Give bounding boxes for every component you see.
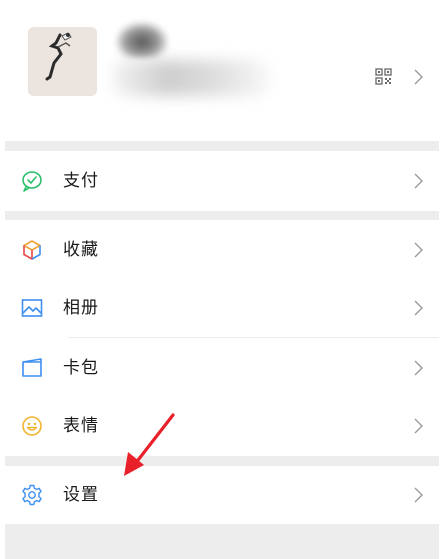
chevron-right-icon <box>414 418 423 434</box>
menu-item-stickers[interactable]: 表情 <box>5 396 439 456</box>
menu-item-label: 设置 <box>63 485 99 505</box>
menu-item-label: 相册 <box>63 298 99 318</box>
chevron-right-icon <box>414 360 423 376</box>
profile-name-blurred <box>116 22 168 58</box>
card-wallet-icon <box>22 358 42 377</box>
bottom-gap <box>5 524 439 559</box>
menu-item-label: 表情 <box>63 416 99 436</box>
album-icon <box>21 299 43 317</box>
avatar[interactable] <box>28 27 97 96</box>
menu-item-favorites[interactable]: 收藏 <box>5 220 439 280</box>
smiley-icon <box>22 416 42 436</box>
red-arrow-annotation-icon <box>124 413 175 476</box>
gear-icon <box>22 484 42 506</box>
pay-icon <box>22 171 42 192</box>
menu-item-label: 卡包 <box>63 358 99 378</box>
favorites-cube-icon <box>23 240 41 260</box>
menu-item-label: 收藏 <box>63 240 99 260</box>
menu-item-card-wallet[interactable]: 卡包 <box>5 338 439 398</box>
menu-item-settings[interactable]: 设置 <box>5 466 439 524</box>
section-gap <box>5 141 439 151</box>
menu-item-label: 支付 <box>63 171 99 191</box>
section-gap <box>5 210 439 220</box>
chevron-right-icon <box>414 69 423 85</box>
profile-id-blurred <box>112 60 272 96</box>
chevron-right-icon <box>414 242 423 258</box>
profile-header[interactable] <box>0 0 441 141</box>
menu-item-album[interactable]: 相册 <box>5 278 439 338</box>
chevron-right-icon <box>414 487 423 503</box>
chevron-right-icon <box>414 300 423 316</box>
chevron-right-icon <box>414 173 423 189</box>
section-gap <box>5 456 439 466</box>
qr-code-icon[interactable] <box>375 68 392 85</box>
menu-item-pay[interactable]: 支付 <box>5 151 439 211</box>
